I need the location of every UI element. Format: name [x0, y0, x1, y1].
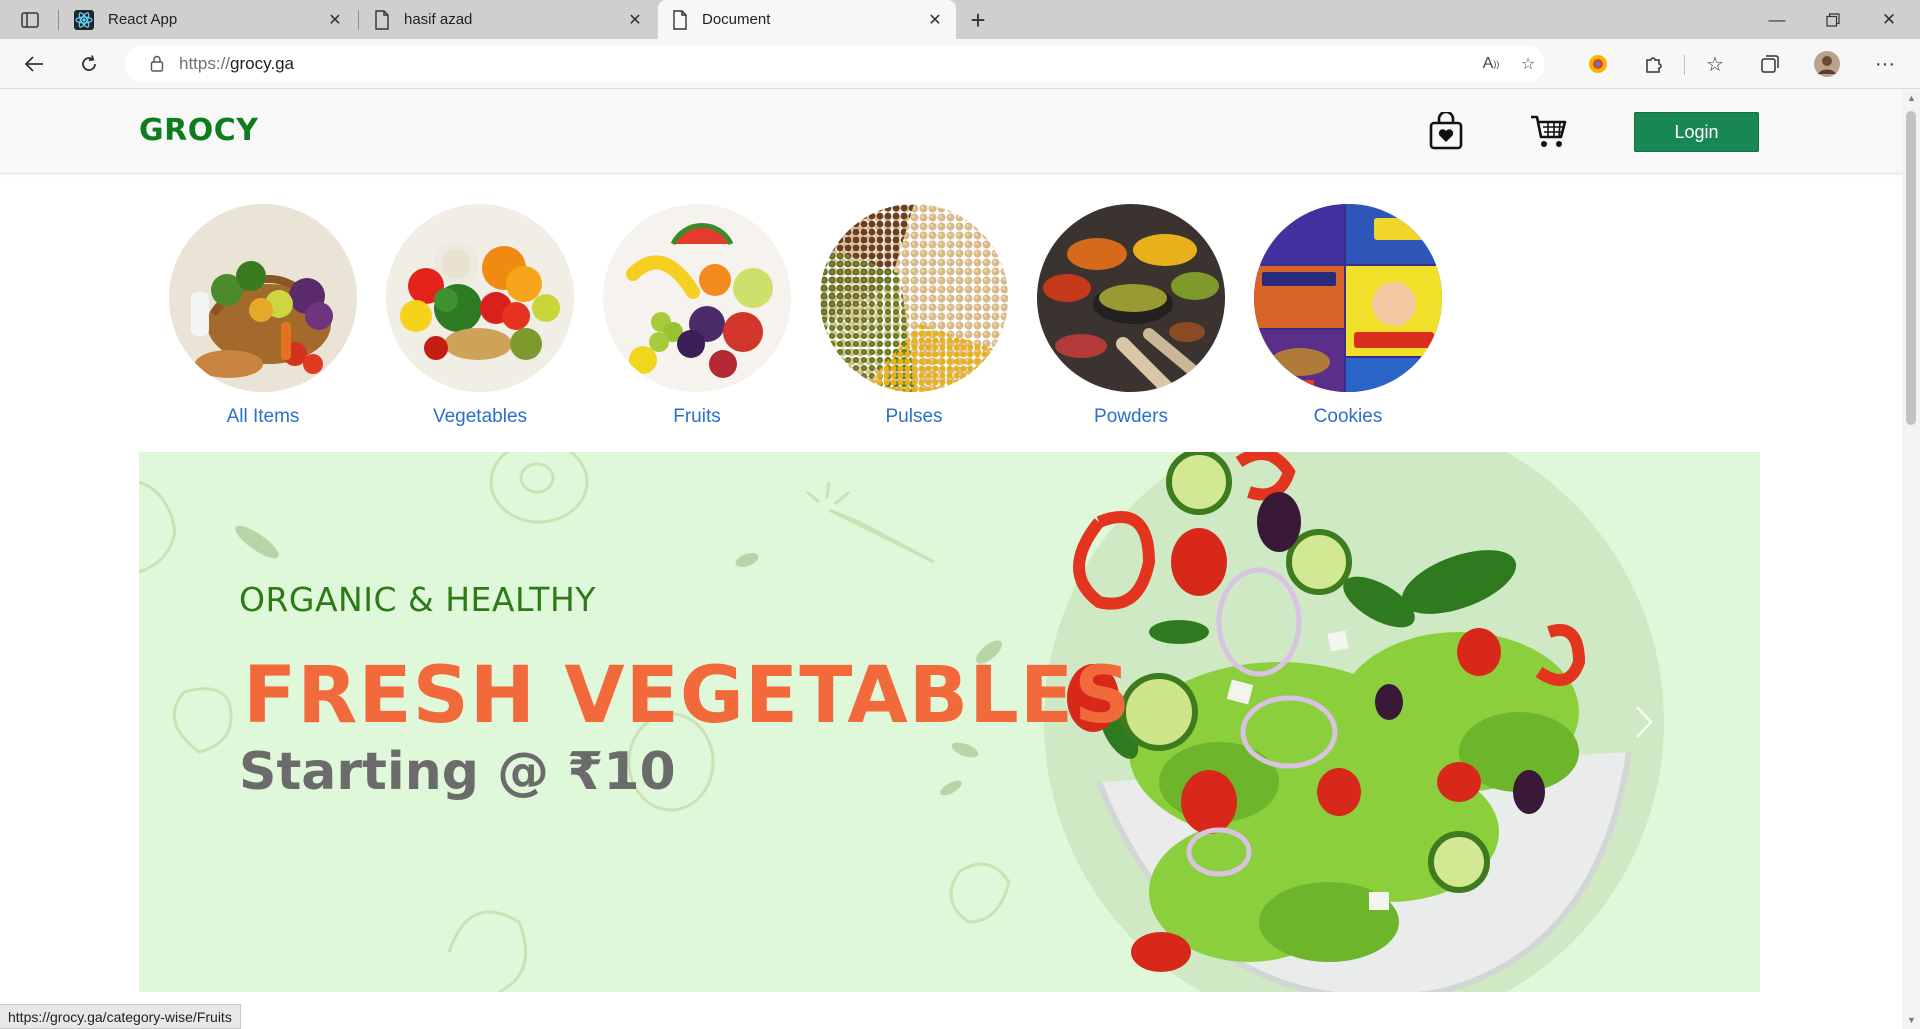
favorites-button[interactable]: ☆ [1700, 49, 1730, 79]
link-status-bar: https://grocy.ga/category-wise/Fruits [0, 1004, 241, 1029]
brand-logo[interactable]: GROCY [139, 113, 258, 148]
scroll-up-icon[interactable]: ▲ [1907, 93, 1916, 103]
category-powders[interactable]: Powders [1036, 204, 1226, 428]
scrollbar-thumb[interactable] [1906, 111, 1916, 425]
tab-react-app[interactable]: React App ✕ [60, 0, 356, 39]
page-scrollbar[interactable]: ▲ ▼ [1902, 89, 1920, 1029]
tab-actions-button[interactable] [14, 6, 46, 34]
vegetables-image[interactable] [386, 204, 574, 392]
category-label[interactable]: Fruits [602, 406, 792, 428]
tab-title: Document [702, 11, 771, 28]
browser-toolbar: https://grocy.ga A)) ☆ ☆ ··· [0, 39, 1920, 89]
restore-button[interactable] [1810, 0, 1856, 39]
refresh-icon [82, 55, 96, 71]
banner-tagline: ORGANIC & HEALTHY [239, 580, 596, 619]
site-header: GROCY Login [0, 89, 1902, 174]
shopping-bag-icon [1429, 112, 1463, 150]
hero-banner-carousel[interactable]: ORGANIC & HEALTHY FRESH VEGETABLES Start… [139, 452, 1760, 992]
tab-separator [358, 10, 359, 30]
address-bar[interactable]: https://grocy.ga A)) ☆ [125, 45, 1545, 82]
carousel-next-button[interactable] [1624, 700, 1664, 744]
tab-title: React App [108, 11, 178, 28]
category-label[interactable]: Pulses [819, 406, 1009, 428]
close-tab-icon[interactable]: ✕ [924, 9, 946, 31]
close-icon: ✕ [1881, 9, 1897, 29]
category-vegetables[interactable]: Vegetables [385, 204, 575, 428]
category-fruits[interactable]: Fruits [602, 204, 792, 428]
puzzle-icon [1646, 57, 1662, 73]
avatar [1814, 51, 1840, 77]
restore-icon [1826, 12, 1840, 27]
minimize-icon: — [1768, 9, 1786, 29]
banner-headline: FRESH VEGETABLES [243, 651, 1132, 741]
powders-image[interactable] [1037, 204, 1225, 392]
cookies-image[interactable] [1254, 204, 1442, 392]
profile-button[interactable] [1812, 49, 1842, 79]
cart-button[interactable] [1528, 111, 1568, 151]
close-tab-icon[interactable]: ✕ [324, 9, 346, 31]
login-button[interactable]: Login [1634, 112, 1759, 152]
category-label[interactable]: Cookies [1253, 406, 1443, 428]
plus-icon: + [970, 4, 986, 35]
extension-button[interactable] [1583, 49, 1613, 79]
url-protocol: https:// [179, 53, 231, 73]
page-viewport: GROCY Login All Items Vegetables Fruits … [0, 89, 1902, 1029]
collections-icon [1761, 55, 1779, 73]
read-aloud-icon[interactable]: A)) [1480, 53, 1502, 75]
category-label[interactable]: All Items [168, 406, 358, 428]
browser-tab-bar: React App ✕ hasif azad ✕ Document ✕ + — … [0, 0, 1920, 39]
minimize-button[interactable]: — [1754, 0, 1800, 39]
category-pulses[interactable]: Pulses [819, 204, 1009, 428]
category-cookies[interactable]: Cookies [1253, 204, 1443, 428]
scroll-down-icon[interactable]: ▼ [1907, 1015, 1916, 1025]
wishlist-button[interactable] [1426, 111, 1466, 151]
close-window-button[interactable]: ✕ [1866, 0, 1912, 39]
category-label[interactable]: Powders [1036, 406, 1226, 428]
react-icon [74, 9, 94, 30]
refresh-button[interactable] [73, 48, 105, 80]
close-tab-icon[interactable]: ✕ [624, 9, 646, 31]
pulses-image[interactable] [820, 204, 1008, 392]
lock-icon[interactable] [147, 54, 167, 74]
favorites-icon: ☆ [1706, 53, 1724, 76]
extensions-button[interactable] [1639, 49, 1669, 79]
document-icon [673, 9, 687, 30]
category-all-items[interactable]: All Items [168, 204, 358, 428]
collections-button[interactable] [1755, 49, 1785, 79]
cart-icon [1531, 115, 1567, 147]
new-tab-button[interactable]: + [964, 4, 992, 35]
all-items-image[interactable] [169, 204, 357, 392]
url-host: grocy.ga [230, 53, 294, 73]
document-icon [375, 9, 389, 30]
extension-color-icon [1589, 55, 1607, 73]
toolbar-separator [1684, 55, 1685, 75]
tab-separator [58, 10, 59, 30]
category-label[interactable]: Vegetables [385, 406, 575, 428]
fruits-image[interactable] [603, 204, 791, 392]
chevron-right-icon [1636, 706, 1653, 738]
settings-more-button[interactable]: ··· [1870, 49, 1900, 79]
more-icon: ··· [1875, 52, 1895, 75]
tab-actions-icon [21, 12, 39, 28]
tab-title: hasif azad [404, 11, 473, 28]
back-button[interactable] [18, 48, 50, 80]
add-favorite-icon[interactable]: ☆ [1517, 53, 1539, 75]
back-arrow-icon [24, 56, 43, 72]
tab-document[interactable]: Document ✕ [658, 0, 956, 39]
banner-subline: Starting @ ₹10 [239, 742, 676, 802]
tab-hasif-azad[interactable]: hasif azad ✕ [360, 0, 656, 39]
url-text[interactable]: https://grocy.ga [179, 54, 294, 74]
